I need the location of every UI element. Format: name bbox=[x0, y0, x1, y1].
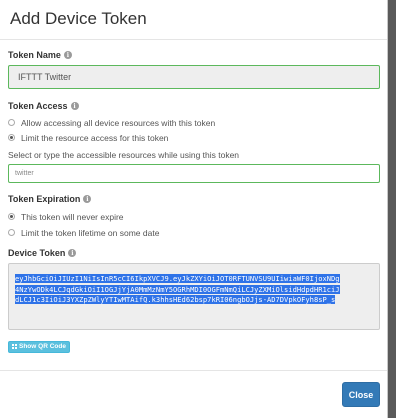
radio-allow-all-resources[interactable]: Allow accessing all device resources wit… bbox=[8, 116, 379, 129]
modal-header: Add Device Token bbox=[0, 0, 387, 40]
token-name-label-text: Token Name bbox=[8, 50, 61, 60]
add-device-token-modal: Add Device Token Token Name i IFTTT Twit… bbox=[0, 0, 388, 418]
modal-footer: Close bbox=[0, 370, 387, 418]
token-access-label-text: Token Access bbox=[8, 101, 68, 111]
resources-input[interactable]: twitter bbox=[8, 164, 380, 183]
token-name-input[interactable]: IFTTT Twitter bbox=[8, 65, 380, 89]
token-name-label: Token Name i bbox=[8, 50, 379, 60]
device-token-label: Device Token i bbox=[8, 248, 379, 258]
radio-label: Allow accessing all device resources wit… bbox=[21, 117, 216, 128]
info-icon[interactable]: i bbox=[83, 195, 92, 203]
token-access-options: Allow accessing all device resources wit… bbox=[8, 116, 379, 144]
close-button[interactable]: Close bbox=[342, 382, 380, 407]
radio-label: Limit the token lifetime on some date bbox=[21, 227, 160, 238]
token-access-label: Token Access i bbox=[8, 101, 379, 111]
info-icon[interactable]: i bbox=[68, 249, 77, 257]
token-line: dLCJ1c3IiOiJ3YXZpZWlyYTIwMTAifQ.k3hhsHEd… bbox=[15, 295, 373, 306]
radio-button[interactable] bbox=[8, 134, 15, 141]
radio-button[interactable] bbox=[8, 119, 15, 126]
radio-limit-lifetime[interactable]: Limit the token lifetime on some date bbox=[8, 226, 379, 239]
device-token-label-text: Device Token bbox=[8, 248, 66, 258]
radio-label: Limit the resource access for this token bbox=[21, 132, 169, 143]
device-token-textarea[interactable]: eyJhbGciOiJIUzI1NiIsInR5cCI6IkpXVCJ9.eyJ… bbox=[8, 263, 380, 330]
modal-title: Add Device Token bbox=[10, 9, 147, 28]
show-qr-code-button[interactable]: Show QR Code bbox=[8, 340, 70, 353]
info-icon[interactable]: i bbox=[70, 102, 79, 110]
modal-body: Token Name i IFTTT Twitter Token Access … bbox=[0, 40, 387, 354]
info-icon[interactable]: i bbox=[63, 51, 72, 59]
radio-never-expire[interactable]: This token will never expire bbox=[8, 210, 379, 223]
radio-button[interactable] bbox=[8, 229, 15, 236]
token-expiration-label: Token Expiration i bbox=[8, 194, 379, 204]
token-line: eyJhbGciOiJIUzI1NiIsInR5cCI6IkpXVCJ9.eyJ… bbox=[15, 274, 373, 285]
qr-button-label: Show QR Code bbox=[19, 343, 66, 350]
token-line: 4NzYwODk4LCJqdGkiOiI1OGJjYjA0MmMzNmY5OGR… bbox=[15, 284, 373, 296]
qr-button-row: Show QR Code bbox=[8, 336, 379, 354]
qrcode-icon bbox=[12, 344, 17, 349]
token-expiration-options: This token will never expire Limit the t… bbox=[8, 210, 379, 239]
token-expiration-label-text: Token Expiration bbox=[8, 194, 81, 204]
modal-backdrop[interactable] bbox=[388, 0, 396, 418]
radio-limit-resources[interactable]: Limit the resource access for this token bbox=[8, 131, 379, 144]
token-text: dLCJ1c3IiOiJ3YXZpZWlyYTIwMTAifQ.k3hhsHEd… bbox=[15, 295, 336, 304]
token-text: 4NzYwODk4LCJqdGkiOiI1OGJjYjA0MmMzNmY5OGR… bbox=[15, 284, 340, 294]
resources-helper-text: Select or type the accessible resources … bbox=[8, 150, 240, 160]
token-text: eyJhbGciOiJIUzI1NiIsInR5cCI6IkpXVCJ9.eyJ… bbox=[15, 274, 340, 283]
radio-button[interactable] bbox=[8, 213, 15, 220]
radio-label: This token will never expire bbox=[21, 211, 124, 222]
